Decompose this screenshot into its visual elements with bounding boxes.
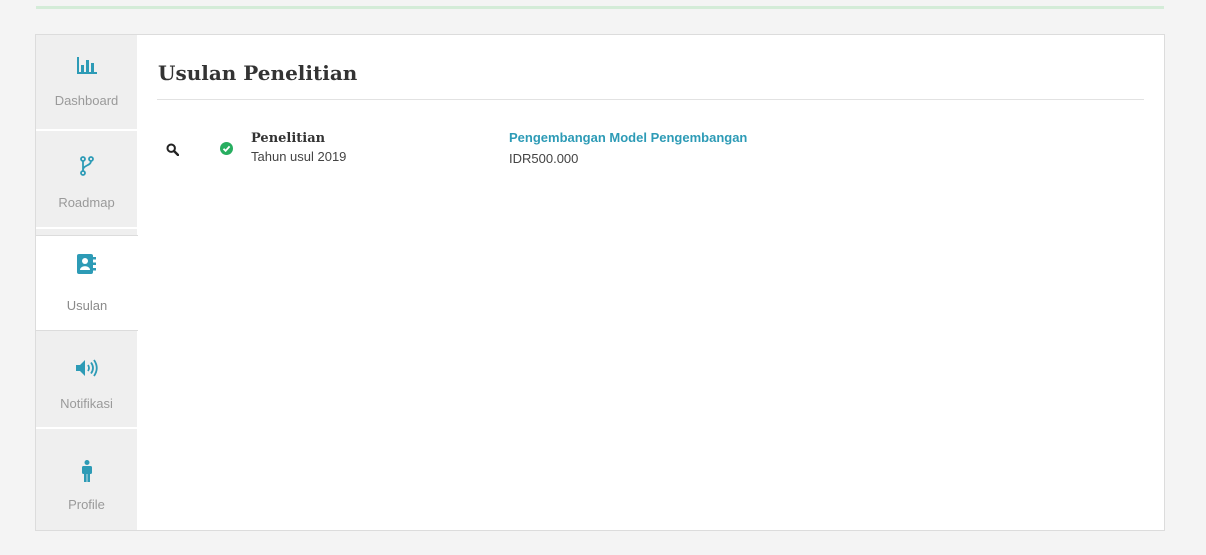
sidebar-item-label: Profile — [68, 497, 105, 512]
sidebar-item-label: Usulan — [66, 298, 108, 313]
search-icon[interactable] — [166, 143, 180, 161]
sidebar-item-profile[interactable]: Profile — [36, 435, 137, 532]
male-icon — [36, 460, 137, 482]
content-area: Usulan Penelitian Penelitian Tahun usul … — [138, 35, 1164, 530]
code-fork-icon — [36, 156, 137, 176]
sidebar-item-label: Notifikasi — [60, 396, 113, 411]
address-book-icon — [36, 254, 138, 274]
divider — [157, 99, 1144, 100]
sidebar-item-notifikasi[interactable]: Notifikasi — [36, 333, 137, 429]
check-circle-icon — [220, 142, 233, 160]
proposal-year: Tahun usul 2019 — [251, 149, 347, 164]
bar-chart-icon — [36, 57, 137, 74]
proposal-title-link[interactable]: Pengembangan Model Pengembangan — [509, 130, 747, 145]
sidebar-item-roadmap[interactable]: Roadmap — [36, 133, 137, 229]
page-title: Usulan Penelitian — [158, 61, 358, 85]
proposal-type: Penelitian — [251, 131, 326, 146]
sidebar-item-dashboard[interactable]: Dashboard — [36, 35, 137, 131]
proposal-amount: IDR500.000 — [509, 151, 579, 166]
volume-up-icon — [36, 359, 137, 377]
sidebar-item-usulan[interactable]: Usulan — [36, 235, 138, 331]
sidebar-item-label: Dashboard — [54, 93, 119, 108]
top-bar — [36, 0, 1164, 9]
sidebar: Dashboard Roadmap Usulan Notifikasi Prof… — [36, 35, 138, 532]
main-panel: Dashboard Roadmap Usulan Notifikasi Prof… — [35, 34, 1165, 531]
sidebar-item-label: Roadmap — [58, 195, 115, 210]
